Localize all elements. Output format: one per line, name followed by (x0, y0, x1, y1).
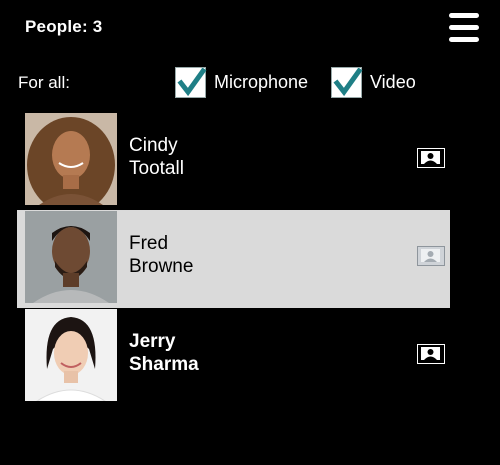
participant-first-name: Fred (129, 233, 169, 254)
participant-name: Cindy Tootall (129, 134, 184, 180)
participant-first-name: Cindy (129, 135, 178, 156)
video-label: Video (370, 71, 416, 92)
checkbox-checked-icon[interactable] (331, 66, 363, 98)
for-all-label: For all: (18, 73, 70, 92)
people-count: People: 3 (25, 17, 103, 36)
pin-video-icon[interactable] (417, 148, 445, 168)
participant-row[interactable]: Jerry Sharma (17, 308, 450, 406)
avatar (25, 211, 117, 303)
hamburger-menu-icon[interactable] (448, 13, 480, 43)
pin-video-icon[interactable] (417, 344, 445, 364)
avatar (25, 309, 117, 401)
microphone-checkbox[interactable]: Microphone (175, 65, 308, 99)
participant-list: Cindy Tootall Fred Browne Jerry Sharma (17, 112, 450, 406)
participant-row-selected[interactable]: Fred Browne (17, 210, 450, 308)
participant-last-name: Tootall (129, 158, 184, 179)
pin-video-icon[interactable] (417, 246, 445, 266)
header: People: 3 (0, 0, 500, 58)
participant-row[interactable]: Cindy Tootall (17, 112, 450, 210)
participant-name: Fred Browne (129, 232, 193, 278)
participant-name: Jerry Sharma (129, 330, 199, 376)
avatar (25, 113, 117, 205)
participant-first-name: Jerry (129, 331, 176, 352)
participant-last-name: Sharma (129, 354, 199, 375)
microphone-label: Microphone (214, 71, 309, 92)
video-checkbox[interactable]: Video (331, 65, 416, 99)
for-all-row: For all: Microphone Video (0, 62, 500, 102)
checkbox-checked-icon[interactable] (175, 66, 207, 98)
participant-last-name: Browne (129, 256, 194, 277)
